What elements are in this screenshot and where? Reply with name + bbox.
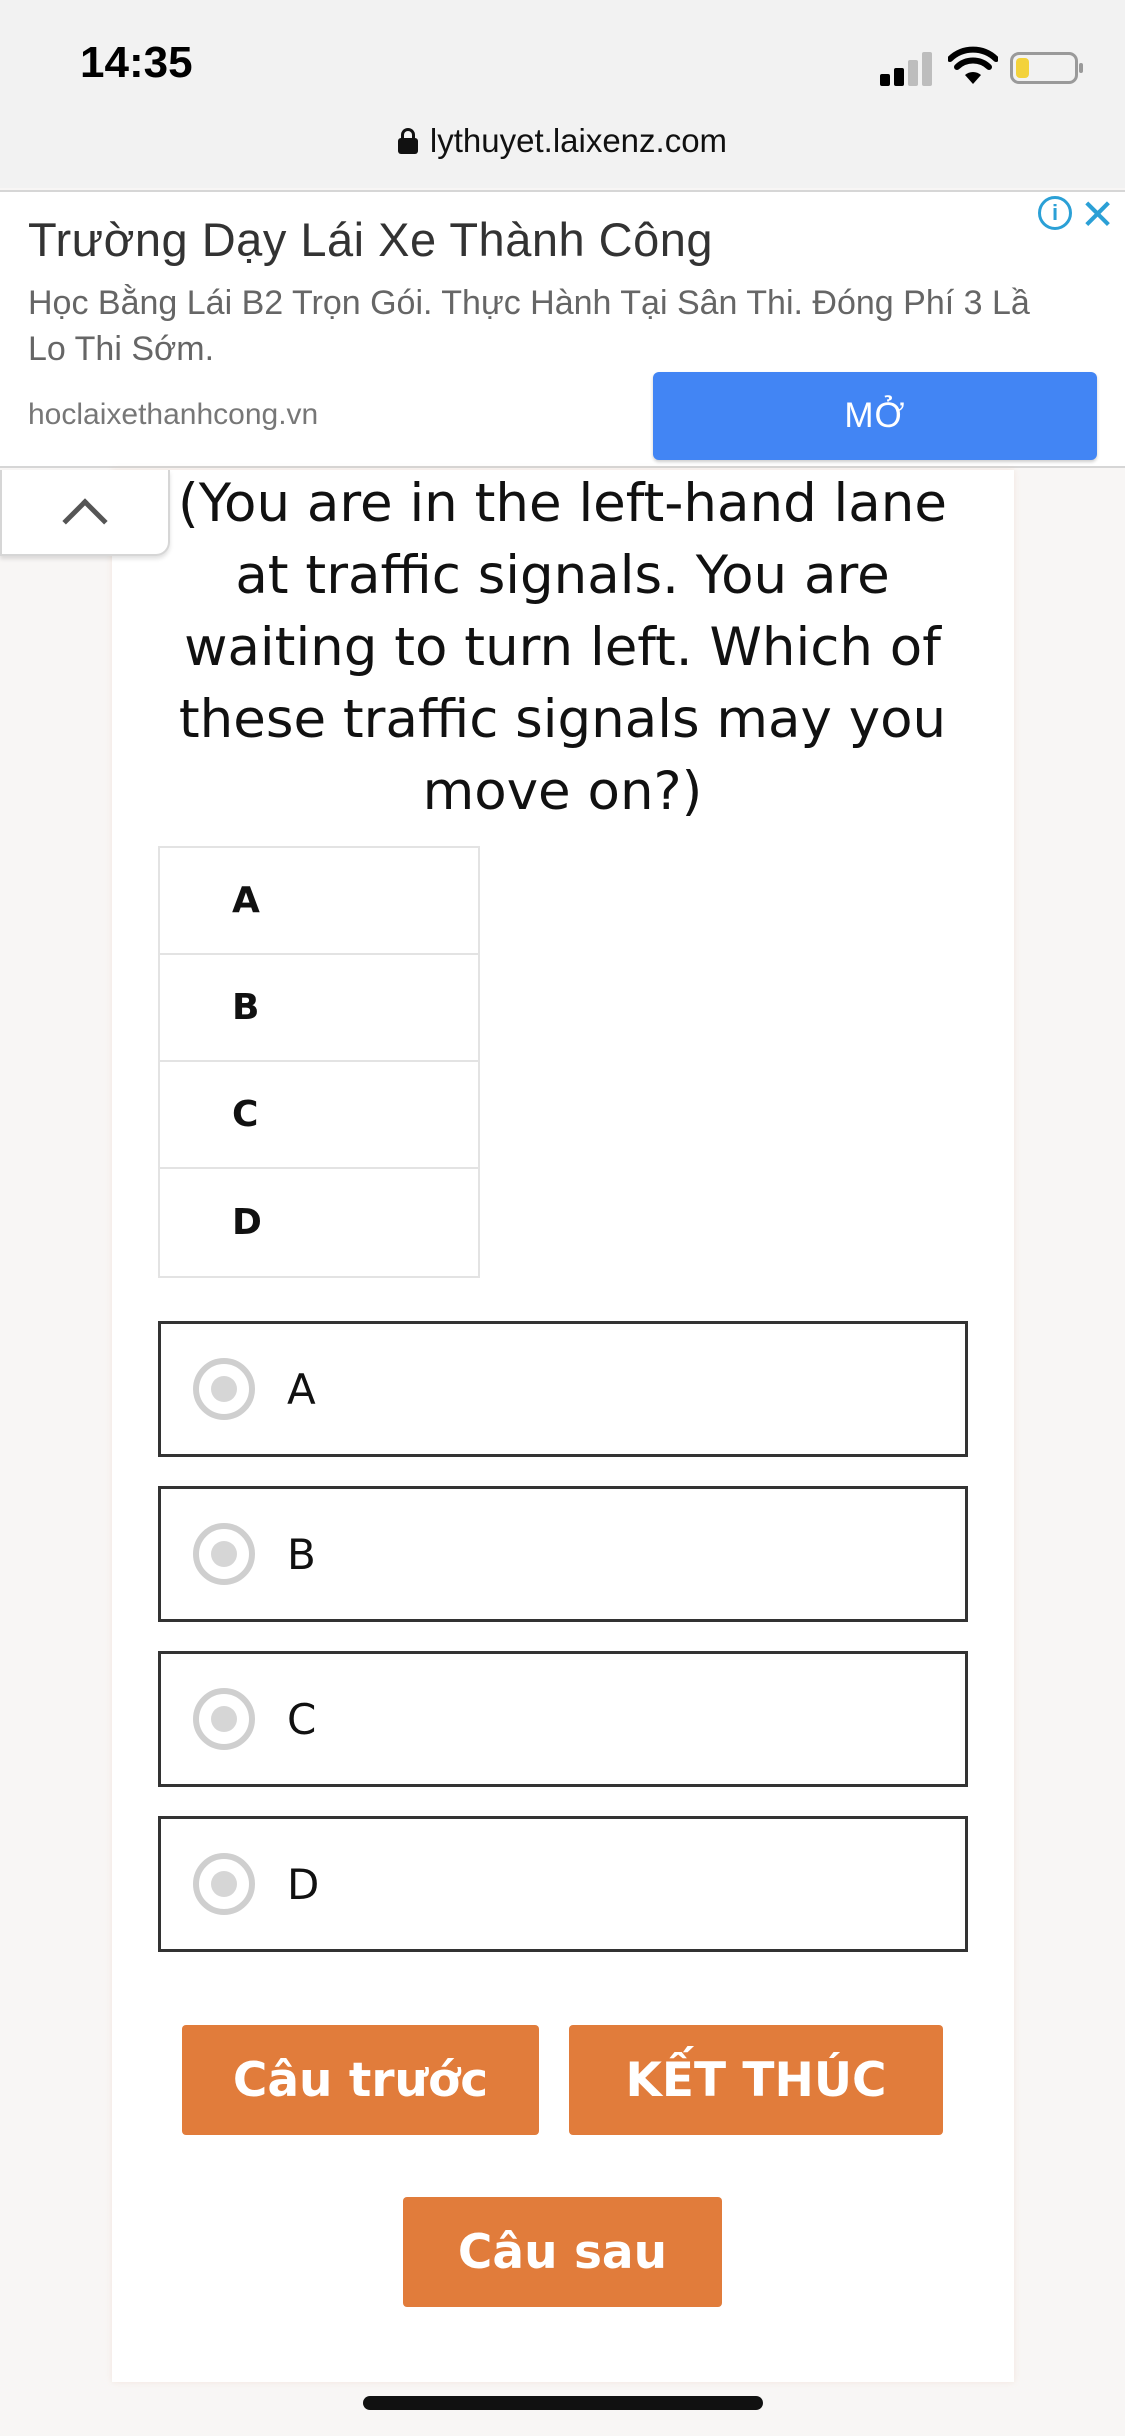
answer-option-a[interactable]: A [158, 1321, 968, 1457]
address-bar[interactable]: lythuyet.laixenz.com [0, 116, 1125, 166]
finish-button[interactable]: KẾT THÚC [569, 2025, 943, 2135]
ad-info-icon[interactable]: i [1038, 196, 1072, 230]
options-table-row: B [160, 955, 478, 1062]
ad-title[interactable]: Trường Dạy Lái Xe Thành Công [28, 212, 713, 267]
screen: 14:35 lythuyet.laixenz.com Trường Dạy Lá… [0, 0, 1125, 2436]
answer-option-b[interactable]: B [158, 1486, 968, 1622]
ad-banner[interactable]: Trường Dạy Lái Xe Thành Công Học Bằng Lá… [0, 190, 1125, 468]
ad-description: Học Bằng Lái B2 Trọn Gói. Thực Hành Tại … [28, 280, 1118, 372]
answer-label: B [287, 1529, 316, 1579]
question-text: (You are in the left-hand lane at traffi… [178, 473, 947, 822]
status-time: 14:35 [80, 38, 193, 87]
chevron-up-icon [62, 498, 108, 544]
url-text: lythuyet.laixenz.com [429, 122, 728, 159]
browser-top-bar: 14:35 lythuyet.laixenz.com [0, 0, 1125, 188]
options-table: A B C D [158, 846, 480, 1278]
cellular-signal-icon [880, 50, 936, 86]
answer-label: C [287, 1694, 317, 1744]
previous-question-button[interactable]: Câu trước [182, 2025, 539, 2135]
answer-option-d[interactable]: D [158, 1816, 968, 1952]
collapse-ad-button[interactable] [0, 470, 170, 556]
answer-label: D [287, 1859, 320, 1909]
options-table-row: C [160, 1062, 478, 1169]
options-table-row: A [160, 848, 478, 955]
ad-close-icon[interactable]: ✕ [1080, 194, 1115, 236]
ad-open-button[interactable]: MỞ [653, 372, 1097, 460]
options-table-row: D [232, 1202, 262, 1243]
radio-button[interactable] [193, 1853, 255, 1915]
next-question-button[interactable]: Câu sau [403, 2197, 722, 2307]
ad-description-line-2: Lo Thi Sớm. [28, 330, 215, 368]
answer-label: A [287, 1364, 316, 1414]
radio-button[interactable] [193, 1523, 255, 1585]
ad-domain: hoclaixethanhcong.vn [28, 398, 319, 431]
answer-option-c[interactable]: C [158, 1651, 968, 1787]
lock-icon [397, 128, 418, 154]
radio-button[interactable] [193, 1358, 255, 1420]
radio-button[interactable] [193, 1688, 255, 1750]
wifi-icon [948, 46, 998, 84]
home-indicator[interactable] [363, 2396, 763, 2410]
battery-icon [1010, 52, 1083, 84]
ad-description-line-1: Học Bằng Lái B2 Trọn Gói. Thực Hành Tại … [28, 284, 1030, 322]
